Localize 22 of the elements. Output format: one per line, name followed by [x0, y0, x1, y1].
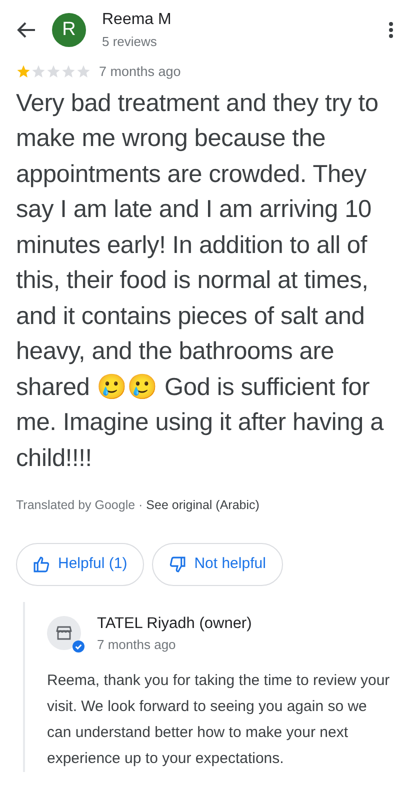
more-icon[interactable] — [388, 20, 394, 39]
reply-text: Reema, thank you for taking the time to review your visit. We look forward to seeing you again so we can understand better how to make your next experience up to your expectations. — [47, 671, 391, 770]
review-count: 5 reviews — [102, 33, 158, 51]
star-icon — [46, 64, 61, 80]
star-icon — [16, 64, 31, 80]
owner-name: TATEL Riyadh (owner) — [97, 614, 252, 634]
thumbs-down-icon — [169, 556, 186, 573]
reviewer-name: Reema M — [102, 10, 172, 30]
store-icon — [56, 626, 72, 640]
translation-note: Translated by Google · — [16, 498, 143, 512]
reply-time: 7 months ago — [97, 636, 177, 654]
back-icon[interactable] — [16, 20, 36, 39]
not-helpful-button[interactable]: Not helpful — [152, 543, 283, 586]
avatar: R — [52, 12, 86, 47]
star-icon — [61, 64, 76, 80]
star-icon — [31, 64, 46, 80]
see-original-link[interactable]: See original (Arabic) — [146, 498, 260, 512]
thumbs-up-icon — [33, 556, 50, 573]
review-text: Very bad treatment and they try to make me wrong because the appointments are crowded. They say I am late and I am arriving 10 minutes early! In addition to all of this, their food is normal at times, and it contains pieces of salt and heavy, and the bathrooms are shared 🥲🥲 God is sufficient for me. Imagine using it after having a child!!!! — [16, 88, 385, 474]
helpful-button[interactable]: Helpful (1) — [16, 543, 144, 586]
star-icon — [76, 64, 91, 80]
review-time: 7 months ago — [99, 62, 181, 81]
